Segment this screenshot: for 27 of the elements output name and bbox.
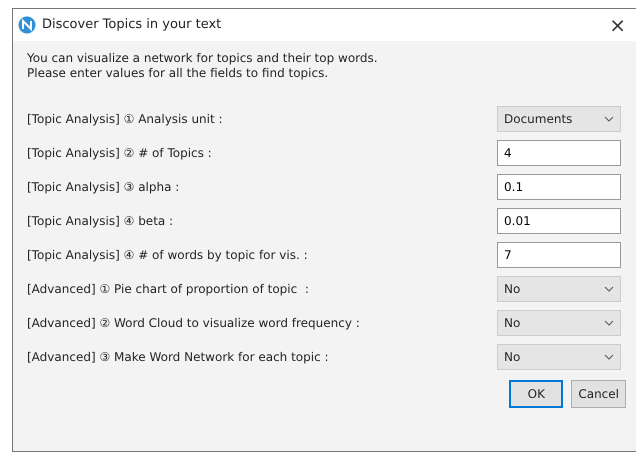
field-label: [Advanced] ③ Make Word Network for each topic : [27, 349, 329, 366]
app-icon [18, 16, 36, 34]
field-label: [Advanced] ① Pie chart of proportion of topic : [27, 281, 309, 298]
intro-text: Please enter values for all the fields to find topics. [27, 66, 330, 81]
input-field[interactable]: 0.1 [497, 174, 621, 200]
field-label: [Topic Analysis] ① Analysis unit : [27, 111, 223, 128]
chevron-icon [604, 286, 614, 292]
dropdown[interactable]: No [497, 310, 621, 336]
chevron-icon [604, 354, 614, 360]
field-label: [Topic Analysis] ③ alpha : [27, 179, 180, 196]
field-label: [Topic Analysis] ④ # of words by topic for vis. : [27, 247, 308, 264]
input-field[interactable]: 0.01 [497, 208, 621, 234]
chevron-icon [604, 116, 614, 122]
dropdown[interactable]: No [497, 276, 621, 302]
field-label: [Topic Analysis] ④ beta : [27, 213, 174, 230]
intro-text: You can visualize a network for topics and their top words. [27, 51, 379, 66]
chevron-icon [604, 320, 614, 326]
close-button[interactable]: × [605, 15, 630, 35]
input-field[interactable]: 7 [497, 242, 621, 268]
input-field[interactable]: 4 [497, 140, 621, 166]
ok-button[interactable]: OK [509, 380, 564, 408]
dropdown[interactable]: No [497, 344, 621, 370]
window-title: Discover Topics in your text [42, 16, 222, 34]
field-label: [Advanced] ② Word Cloud to visualize word frequency : [27, 315, 360, 332]
cancel-button[interactable]: Cancel [571, 380, 626, 408]
dropdown[interactable]: Documents [497, 106, 621, 132]
field-label: [Topic Analysis] ② # of Topics : [27, 145, 212, 162]
